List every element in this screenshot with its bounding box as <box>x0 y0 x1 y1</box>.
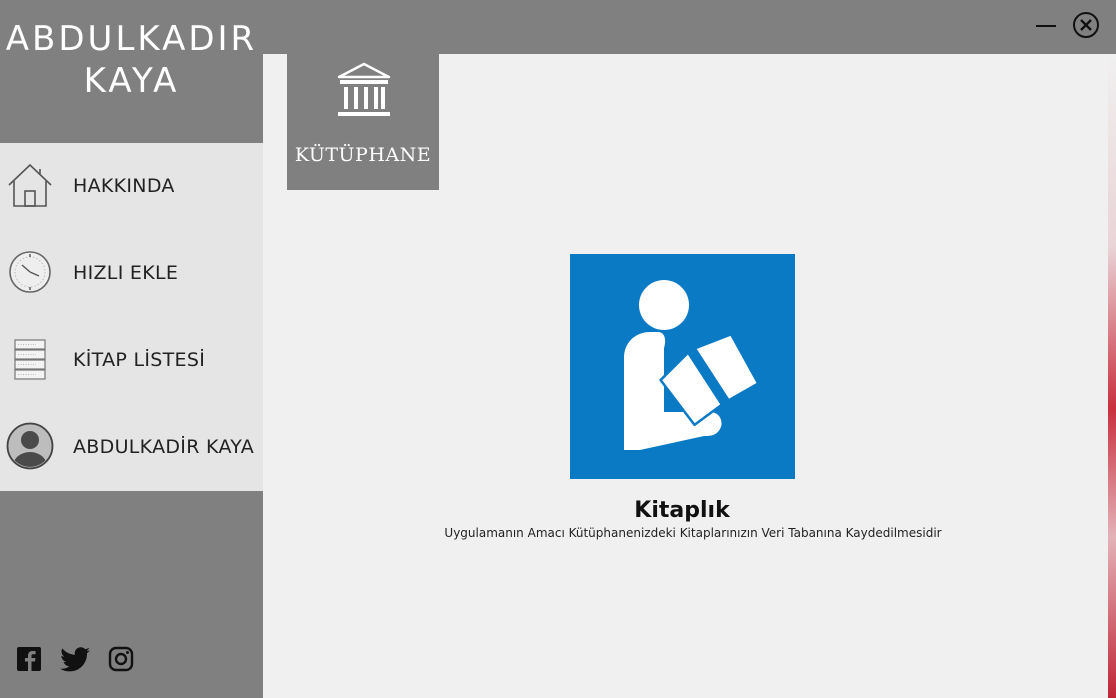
library-tile-button[interactable]: KÜTÜPHANE <box>287 54 439 190</box>
library-tile-label: KÜTÜPHANE <box>294 144 432 166</box>
sidebar-item-label: KİTAP LİSTESİ <box>73 349 206 371</box>
brand-line-2: KAYA <box>83 61 180 101</box>
reading-person-icon <box>624 280 760 450</box>
sidebar-item-hizli-ekle[interactable]: HIZLI EKLE <box>0 230 263 317</box>
sidebar: ABDULKADIR KAYA HAKKINDA HIZLI EKLE KİTA… <box>0 0 263 698</box>
brand-name: ABDULKADIR KAYA <box>0 18 263 102</box>
app-title: Kitaplık <box>634 498 730 523</box>
book-list-icon <box>14 339 46 380</box>
minimize-button[interactable] <box>1031 10 1061 40</box>
sidebar-item-kitap-listesi[interactable]: KİTAP LİSTESİ <box>0 317 263 404</box>
sidebar-item-label: HIZLI EKLE <box>73 262 179 284</box>
brand-line-1: ABDULKADIR <box>5 19 258 59</box>
sidebar-item-label: HAKKINDA <box>73 175 175 197</box>
twitter-link[interactable] <box>58 644 92 674</box>
facebook-link[interactable] <box>14 644 44 674</box>
library-building-icon <box>337 62 391 116</box>
instagram-link[interactable] <box>106 644 136 674</box>
home-icon <box>8 163 52 207</box>
library-logo <box>570 254 795 479</box>
user-avatar-icon <box>6 422 54 470</box>
close-icon <box>1073 12 1099 38</box>
app-description: Uygulamanın Amacı Kütüphanenizdeki Kitap… <box>444 526 942 540</box>
instagram-icon <box>108 646 134 672</box>
clock-icon <box>9 251 51 293</box>
sidebar-item-profile[interactable]: ABDULKADİR KAYA <box>0 404 263 491</box>
facebook-icon <box>17 647 41 671</box>
sidebar-nav: HAKKINDA HIZLI EKLE KİTAP LİSTESİ ABDULK… <box>0 143 263 491</box>
sidebar-item-label: ABDULKADİR KAYA <box>73 436 255 458</box>
background-edge <box>1108 54 1116 698</box>
sidebar-item-hakkinda[interactable]: HAKKINDA <box>0 143 263 230</box>
close-button[interactable] <box>1071 10 1101 40</box>
twitter-icon <box>60 647 90 672</box>
minimize-icon <box>1036 25 1056 27</box>
